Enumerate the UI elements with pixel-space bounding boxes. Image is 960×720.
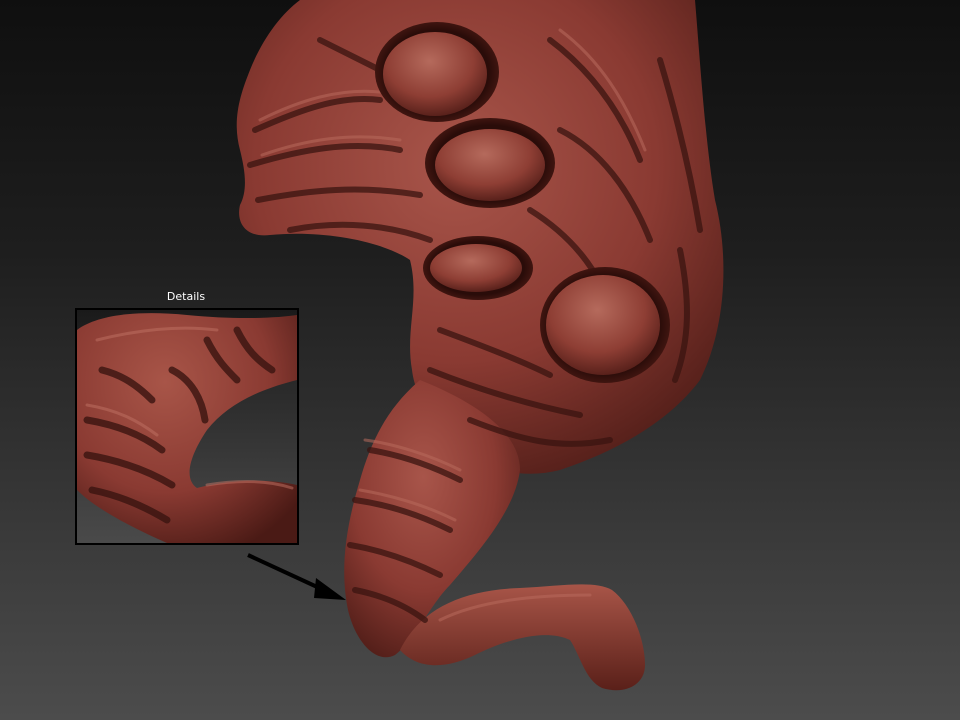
egg-pod <box>430 244 522 292</box>
details-image <box>77 310 297 543</box>
egg-pod <box>435 129 545 201</box>
egg-pod <box>383 32 487 116</box>
egg-pod <box>546 275 660 375</box>
details-title: Details <box>166 290 206 303</box>
details-panel <box>75 308 299 545</box>
